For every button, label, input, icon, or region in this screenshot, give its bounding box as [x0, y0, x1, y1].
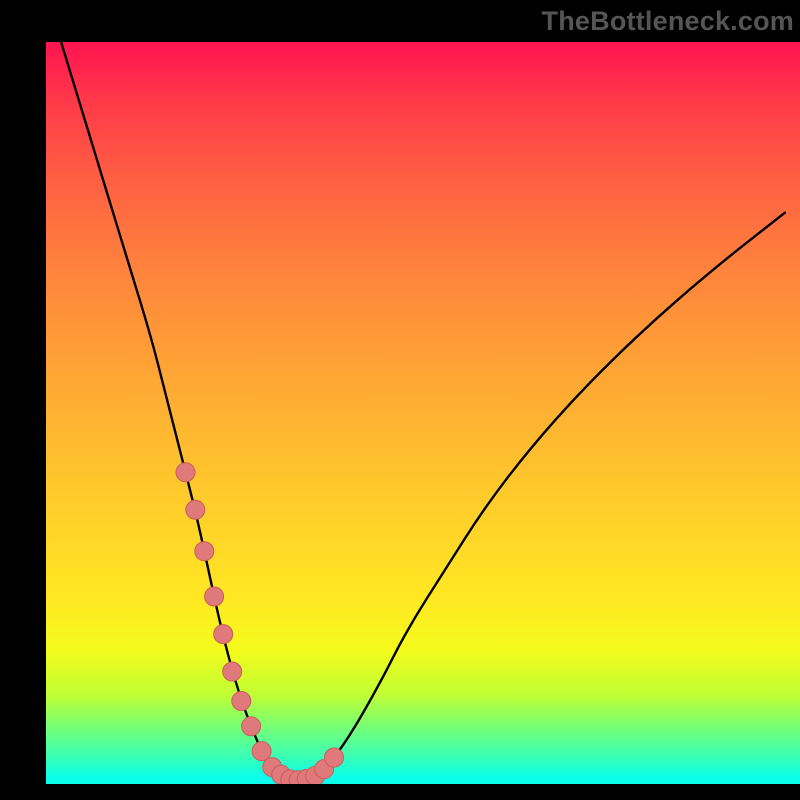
- highlighted-points: [176, 463, 344, 784]
- marker-dot: [252, 742, 271, 761]
- chart-svg: [46, 42, 800, 784]
- marker-dot: [195, 542, 214, 561]
- marker-dot: [214, 625, 233, 644]
- marker-dot: [223, 662, 242, 681]
- marker-dot: [242, 717, 261, 736]
- marker-dot: [176, 463, 195, 482]
- watermark-text: TheBottleneck.com: [542, 6, 794, 37]
- chart-frame: TheBottleneck.com: [0, 0, 800, 800]
- marker-dot: [186, 500, 205, 519]
- marker-dot: [325, 748, 344, 767]
- marker-dot: [232, 692, 251, 711]
- plot-area: [46, 42, 800, 784]
- bottleneck-curve: [61, 42, 785, 780]
- marker-dot: [205, 587, 224, 606]
